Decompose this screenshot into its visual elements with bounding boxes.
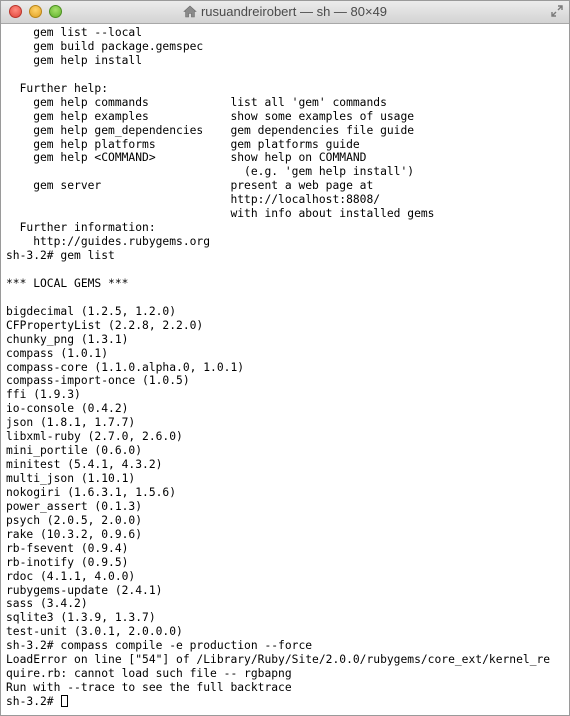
terminal-line: ffi (1.9.3) xyxy=(6,388,81,402)
terminal-line: psych (2.0.5, 2.0.0) xyxy=(6,513,143,527)
shell-prompt: sh-3.2# xyxy=(6,695,61,708)
window-title-container: rusuandreirobert — sh — 80×49 xyxy=(1,4,569,20)
terminal-line: sqlite3 (1.3.9, 1.3.7) xyxy=(6,611,156,625)
terminal-line: gem help commands list all 'gem' command… xyxy=(6,95,387,109)
window-title: rusuandreirobert — sh — 80×49 xyxy=(200,4,388,19)
home-icon xyxy=(183,5,197,18)
terminal-line: gem build package.gemspec xyxy=(6,39,204,53)
terminal-line: rake (10.3.2, 0.9.6) xyxy=(6,527,143,541)
terminal-line: rb-fsevent (0.9.4) xyxy=(6,541,129,555)
terminal-line: Further information: xyxy=(6,221,156,235)
terminal-line: CFPropertyList (2.2.8, 2.2.0) xyxy=(6,318,204,332)
terminal-line: rubygems-update (2.4.1) xyxy=(6,583,163,597)
text-cursor xyxy=(61,695,69,707)
terminal-line: rb-inotify (0.9.5) xyxy=(6,555,129,569)
terminal-line: http://guides.rubygems.org xyxy=(6,235,211,249)
terminal-line: multi_json (1.10.1) xyxy=(6,472,136,485)
terminal-line: *** LOCAL GEMS *** xyxy=(6,276,129,290)
terminal-output[interactable]: gem list --local gem build package.gemsp… xyxy=(6,26,566,709)
terminal-line: compass-core (1.1.0.alpha.0, 1.0.1) xyxy=(6,360,245,374)
terminal-line: Further help: xyxy=(6,81,109,95)
terminal-line: test-unit (3.0.1, 2.0.0.0) xyxy=(6,625,183,639)
terminal-line: libxml-ruby (2.7.0, 2.6.0) xyxy=(6,430,183,444)
terminal-line: rdoc (4.1.1, 4.0.0) xyxy=(6,569,136,583)
terminal-line: json (1.8.1, 1.7.7) xyxy=(6,416,136,430)
terminal-line: http://localhost:8808/ xyxy=(6,193,381,207)
terminal-line: minitest (5.4.1, 4.3.2) xyxy=(6,458,163,472)
terminal-line: power_assert (0.1.3) xyxy=(6,499,143,513)
terminal-line: sh-3.2# gem list xyxy=(6,249,115,262)
terminal-line: compass (1.0.1) xyxy=(6,346,109,360)
title-bar[interactable]: rusuandreirobert — sh — 80×49 xyxy=(1,1,569,24)
terminal-line: bigdecimal (1.2.5, 1.2.0) xyxy=(6,304,177,318)
fullscreen-icon[interactable] xyxy=(551,5,563,17)
terminal-line: gem help <COMMAND> show help on COMMAND xyxy=(6,151,367,165)
terminal-line: gem list --local xyxy=(6,26,143,39)
prompt-line[interactable]: sh-3.2# xyxy=(6,695,566,709)
terminal-line: nokogiri (1.6.3.1, 1.5.6) xyxy=(6,485,177,499)
terminal-line: sass (3.4.2) xyxy=(6,597,88,611)
terminal-line: quire.rb: cannot load such file -- rgbap… xyxy=(6,667,292,681)
terminal-line: gem help install xyxy=(6,53,143,67)
terminal-line: Run with --trace to see the full backtra… xyxy=(6,681,292,695)
terminal-window: rusuandreirobert — sh — 80×49 gem list -… xyxy=(0,0,570,716)
terminal-line: gem help platforms gem platforms guide xyxy=(6,137,360,151)
terminal-line: with info about installed gems xyxy=(6,207,435,221)
terminal-line: io-console (0.4.2) xyxy=(6,402,129,416)
terminal-line: sh-3.2# compass compile -e production --… xyxy=(6,639,313,653)
terminal-line: chunky_png (1.3.1) xyxy=(6,332,129,346)
terminal-line: gem help gem_dependencies gem dependenci… xyxy=(6,123,415,137)
terminal-line: LoadError on line ["54"] of /Library/Rub… xyxy=(6,653,551,667)
terminal-line: mini_portile (0.6.0) xyxy=(6,444,143,458)
terminal-line: compass-import-once (1.0.5) xyxy=(6,374,190,388)
terminal-line: gem server present a web page at xyxy=(6,179,374,193)
terminal-line: (e.g. 'gem help install') xyxy=(6,165,415,179)
terminal-line: gem help examples show some examples of … xyxy=(6,109,415,123)
